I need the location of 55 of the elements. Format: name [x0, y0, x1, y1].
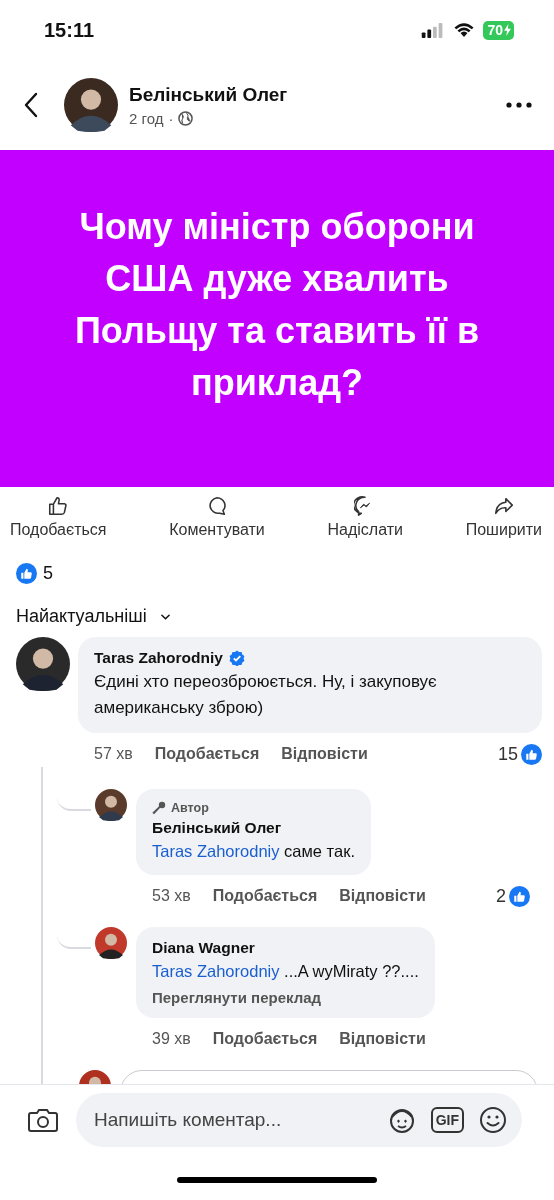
- comment-text: Taras Zahorodniy саме так.: [152, 841, 355, 862]
- comment-input[interactable]: Напишіть коментар... GIF: [76, 1093, 522, 1147]
- author-label: Автор: [171, 801, 209, 815]
- commenter-name[interactable]: Taras Zahorodniy: [94, 649, 223, 667]
- action-button[interactable]: Поширити: [463, 495, 544, 545]
- comment-time: 57 хв: [94, 745, 133, 763]
- wifi-icon: [453, 22, 476, 38]
- comment-text: Taras Zahorodniy ...A wyMiraty ??....: [152, 961, 419, 982]
- action-button[interactable]: Подобається: [8, 495, 109, 545]
- commenter-name[interactable]: Diana Wagner: [152, 939, 255, 957]
- author-name[interactable]: Белінський Олег: [129, 83, 506, 106]
- microphone-icon: [152, 801, 166, 815]
- comment-time: 39 хв: [152, 1030, 191, 1048]
- chevron-down-icon: [160, 613, 170, 620]
- back-icon[interactable]: [24, 92, 38, 118]
- commenter-name[interactable]: Белінський Олег: [152, 819, 282, 837]
- post-title: Чому міністр оборони США дуже хвалить Польщу та ставить її в приклад?: [73, 204, 481, 405]
- like-link[interactable]: Подобається: [212, 1030, 318, 1048]
- separator-dot: ·: [168, 109, 174, 127]
- reaction-count: 2: [496, 885, 506, 907]
- sort-dropdown[interactable]: Найактуальніші: [16, 606, 170, 627]
- status-time: 15:11: [44, 18, 95, 42]
- comment-time: 53 хв: [152, 887, 191, 905]
- mention-link[interactable]: Taras Zahorodniy: [152, 842, 280, 860]
- globe-icon: [178, 110, 194, 126]
- more-icon[interactable]: [506, 102, 532, 108]
- emoji-icon[interactable]: [478, 1105, 508, 1135]
- verified-badge-icon: [228, 650, 245, 666]
- avatar[interactable]: [64, 78, 118, 132]
- reaction-count: 15: [497, 743, 518, 765]
- avatar[interactable]: [16, 637, 70, 691]
- bolt-icon: [504, 24, 511, 36]
- reply-link[interactable]: Відповісти: [339, 887, 426, 905]
- action-button[interactable]: Коментувати: [167, 495, 267, 545]
- battery-indicator: 70: [483, 20, 514, 40]
- like-reaction-icon: [16, 563, 37, 584]
- avatar[interactable]: [95, 927, 127, 959]
- gif-button[interactable]: GIF: [430, 1107, 464, 1133]
- post-time: 2 год: [129, 109, 164, 127]
- reply-link[interactable]: Відповісти: [339, 1030, 426, 1048]
- comment-text: Єдині хто переозброюється. Ну, і закуповує американську зброю): [94, 671, 438, 719]
- see-translation-link[interactable]: Переглянути переклад: [152, 989, 419, 1006]
- thumbs-up-icon: [47, 495, 70, 517]
- reaction-count: 5: [43, 563, 53, 584]
- like-reaction-icon: [509, 885, 530, 907]
- share-arrow-icon: [492, 495, 515, 517]
- speech-bubble-icon: [206, 495, 228, 517]
- like-reaction-icon: [521, 743, 542, 765]
- action-button[interactable]: Надіслати: [325, 495, 405, 545]
- avatar[interactable]: [95, 789, 127, 821]
- like-link[interactable]: Подобається: [212, 887, 318, 905]
- reply-link[interactable]: Відповісти: [281, 745, 368, 763]
- camera-icon[interactable]: [28, 1107, 58, 1133]
- like-link[interactable]: Подобається: [154, 745, 260, 763]
- mention-link[interactable]: Taras Zahorodniy: [152, 962, 280, 980]
